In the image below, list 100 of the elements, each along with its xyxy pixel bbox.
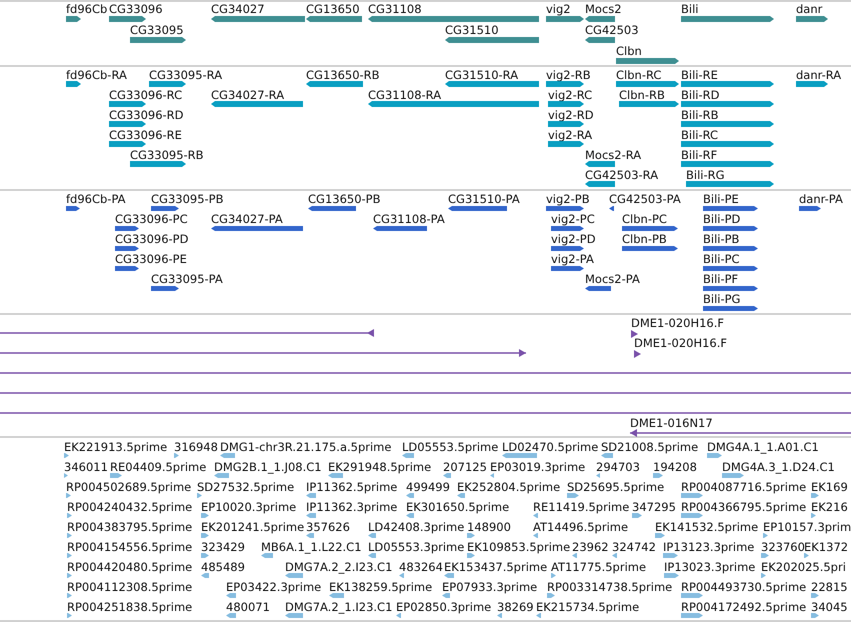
feature-label: Bili-RG xyxy=(686,168,725,182)
feature-label: 207125 xyxy=(443,460,487,474)
feature-label: 323760 xyxy=(761,540,805,554)
feature-label: CG33095 xyxy=(130,23,184,37)
feature-label: EK215734.5prime xyxy=(536,600,640,614)
feature-label: vig2-PC xyxy=(551,212,595,226)
feature-label: SD25695.5prime xyxy=(567,480,664,494)
feature-label: CG42503-RA xyxy=(585,168,658,182)
clone-label: DME1-016N17 xyxy=(630,416,713,430)
feature-label: fd96Cb-RA xyxy=(66,68,127,82)
feature-label: CG33096 xyxy=(109,2,163,16)
feature-label: EK201241.5prime xyxy=(201,520,304,534)
feature-label: Clbn-PC xyxy=(622,212,667,226)
feature-label: CG34027-RA xyxy=(211,88,284,102)
feature-label: RP004087716.5prime xyxy=(681,480,806,494)
feature-label: EP07933.3prime xyxy=(442,580,538,594)
feature-label: 294703 xyxy=(596,460,640,474)
feature-label: vig2-PA xyxy=(551,252,594,266)
feature-label: Bili-PB xyxy=(703,232,740,246)
feature-label: 38269 xyxy=(497,600,534,614)
feature-label: danr-RA xyxy=(796,68,842,82)
feature-label: Bili-PD xyxy=(703,212,740,226)
feature-label: 324742 xyxy=(612,540,656,554)
feature-label: vig2-RA xyxy=(548,128,592,142)
feature-label: IP11362.5prime xyxy=(306,480,398,494)
feature-label: CG13650-RB xyxy=(306,68,380,82)
feature-label: Clbn-PB xyxy=(622,232,667,246)
feature-label: 316948 xyxy=(174,440,218,454)
feature-label: Clbn-RC xyxy=(616,68,662,82)
feature-label: RE04409.5prime xyxy=(110,460,206,474)
feature-label: RP004366795.5prime xyxy=(681,500,806,514)
feature-label: EK109853.5prime xyxy=(467,540,570,554)
feature-label: Bili xyxy=(681,2,698,16)
feature-label: RP003314738.5prime xyxy=(547,580,672,594)
feature-label: Bili-RF xyxy=(681,148,718,162)
feature-label: Bili-RB xyxy=(681,108,719,122)
feature-label: CG33096-PC xyxy=(115,212,188,226)
feature-label: EK291948.5prime xyxy=(328,460,432,474)
feature-label: CG31108-PA xyxy=(373,212,445,226)
feature-label: EP10157.3prim xyxy=(763,520,851,534)
feature-label: Clbn-RB xyxy=(619,88,665,102)
feature-label: CG13650 xyxy=(306,2,360,16)
feature-label: 485489 xyxy=(201,560,245,574)
feature-label: vig2-PD xyxy=(551,232,596,246)
feature-label: 194208 xyxy=(653,460,697,474)
feature-label: Clbn xyxy=(616,44,642,58)
feature-label: CG33095-RA xyxy=(149,68,222,82)
feature-label: vig2-RD xyxy=(548,108,594,122)
feature-label: EK252804.5prime xyxy=(457,480,560,494)
feature-label: Bili-RD xyxy=(681,88,720,102)
clone-label: DME1-020H16.F xyxy=(631,316,724,330)
feature-label: CG13650-PB xyxy=(308,192,380,206)
feature-label: vig2 xyxy=(546,2,571,16)
feature-label: DMG7A.2_2.I23.C1 xyxy=(285,560,392,574)
feature-label: Mocs2-RA xyxy=(585,148,642,162)
feature-label: CG34027-PA xyxy=(211,212,283,226)
clone-label: DME1-020H16.F xyxy=(634,336,728,350)
feature-label: Bili-PG xyxy=(703,292,740,306)
feature-label: IP13023.3prime xyxy=(664,560,756,574)
feature-label: LD42408.3prime xyxy=(368,520,464,534)
feature-label: IP11362.3prime xyxy=(306,500,398,514)
feature-label: 34045 xyxy=(811,600,848,614)
feature-label: EK153437.5prime xyxy=(444,560,548,574)
feature-label: danr xyxy=(796,2,822,16)
feature-label: RE11419.5prime xyxy=(533,500,630,514)
feature-label: RP004493730.5prime xyxy=(681,580,806,594)
feature-label: EP03422.3prime xyxy=(226,580,322,594)
feature-label: CG31108 xyxy=(368,2,422,16)
feature-label: 347295 xyxy=(632,500,676,514)
feature-label: EP02850.3prime xyxy=(396,600,492,614)
feature-label: CG42503-PA xyxy=(609,192,681,206)
feature-label: MB6A.1_1.L22.C1 xyxy=(261,540,362,554)
feature-label: LD02470.5prime xyxy=(502,440,598,454)
feature-label: AT11775.5prime xyxy=(551,560,646,574)
feature-label: EK202025.5pri xyxy=(761,560,846,574)
feature-label: fd96Cb xyxy=(66,2,108,16)
feature-label: CG33096-RE xyxy=(109,128,182,142)
feature-label: CG31510 xyxy=(445,23,499,37)
feature-label: RP004251838.5prime xyxy=(67,600,192,614)
feature-label: CG33096-RD xyxy=(109,108,184,122)
feature-label: DMG4A.3_1.D24.C1 xyxy=(722,460,835,474)
feature-label: EP10020.3prime xyxy=(201,500,296,514)
feature-label: vig2-RB xyxy=(546,68,591,82)
feature-label: Bili-RE xyxy=(681,68,718,82)
feature-label: Bili-PF xyxy=(703,272,738,286)
feature-label: CG31108-RA xyxy=(368,88,442,102)
feature-label: DMG2B.1_1.J08.C1 xyxy=(214,460,322,474)
feature-label: CG31510-RA xyxy=(445,68,518,82)
feature-label: CG33096-RC xyxy=(109,88,182,102)
feature-label: DMG7A.2_1.I23.C1 xyxy=(285,600,392,614)
feature-label: Mocs2-PA xyxy=(585,272,640,286)
feature-label: RP004383795.5prime xyxy=(67,520,192,534)
feature-label: RP004112308.5prime xyxy=(67,580,192,594)
feature-label: vig2-PB xyxy=(546,192,590,206)
feature-label: CG33095-RB xyxy=(130,148,204,162)
feature-label: EK216 xyxy=(811,500,848,514)
feature-label: vig2-RC xyxy=(548,88,592,102)
feature-label: 357626 xyxy=(306,520,350,534)
feature-label: EP03019.3prime xyxy=(490,460,586,474)
feature-label: EK221913.5prime xyxy=(64,440,168,454)
